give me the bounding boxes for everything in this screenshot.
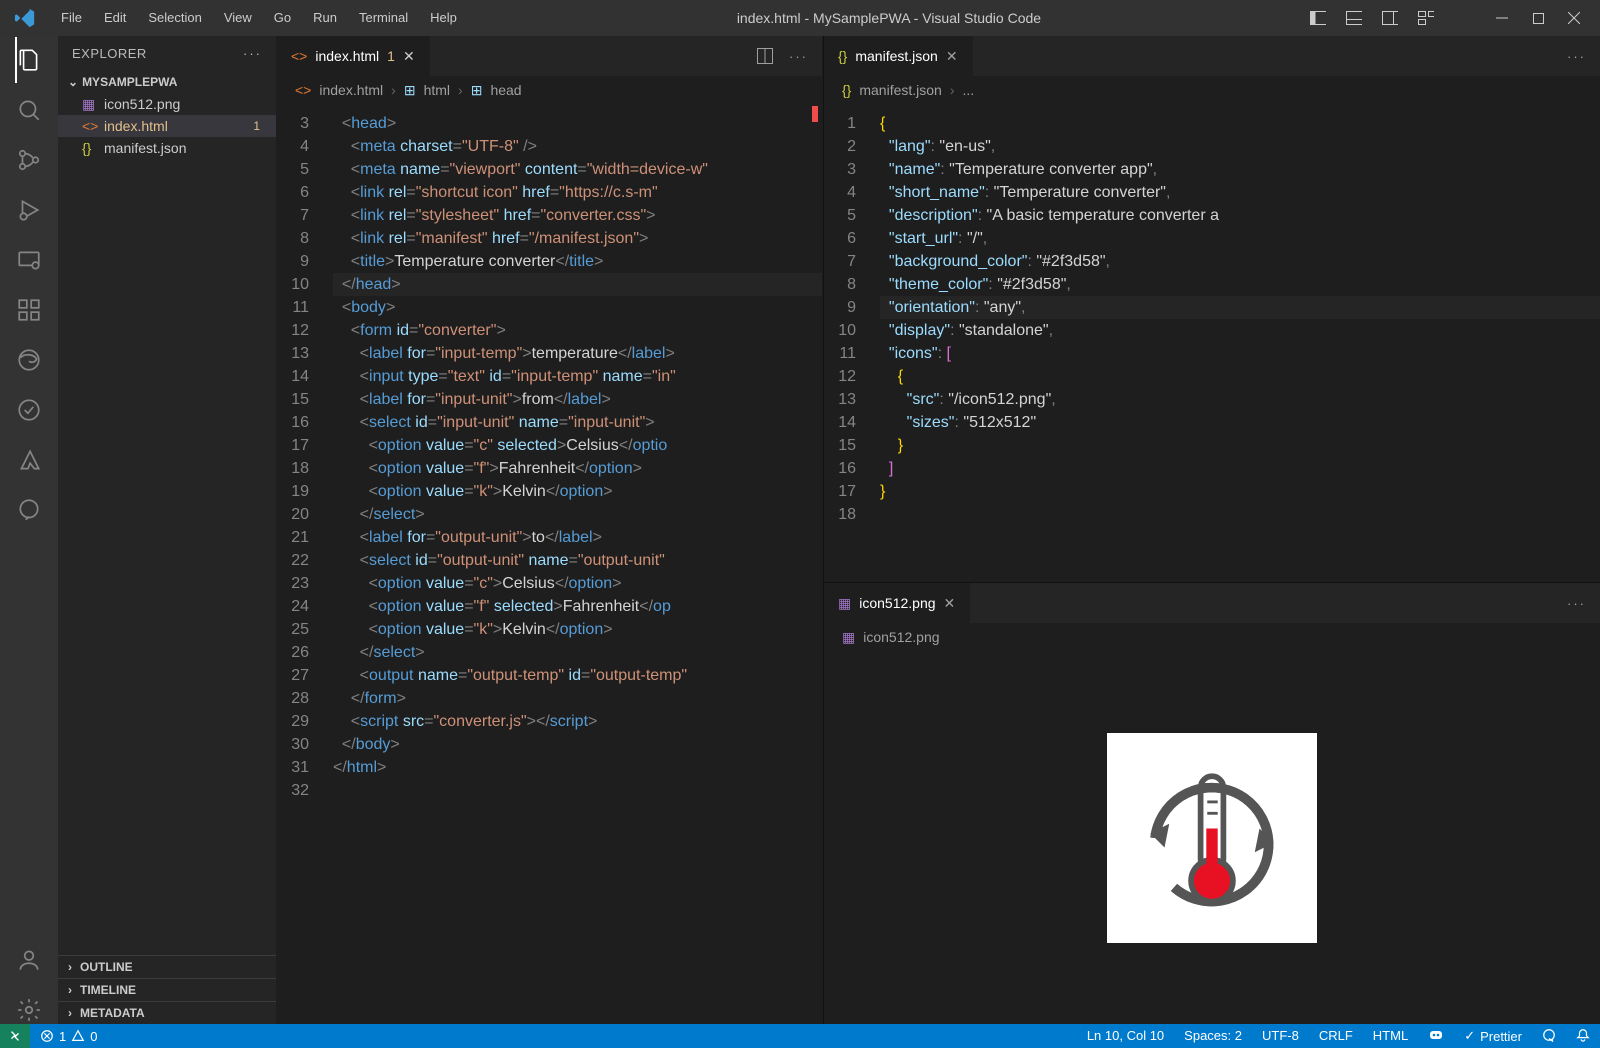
menu-go[interactable]: Go	[263, 0, 302, 36]
menu-view[interactable]: View	[213, 0, 263, 36]
run-debug-icon[interactable]	[15, 196, 43, 224]
chat-icon[interactable]	[15, 496, 43, 524]
status-indentation[interactable]: Spaces: 2	[1174, 1028, 1252, 1043]
settings-gear-icon[interactable]	[15, 996, 43, 1024]
image-preview[interactable]	[824, 651, 1600, 1024]
html-file-icon: <>	[295, 82, 311, 98]
modified-badge: 1	[253, 119, 266, 133]
status-bell-icon[interactable]	[1566, 1028, 1600, 1042]
layout-secondary-sidebar-icon[interactable]	[1382, 10, 1398, 26]
code-editor-left[interactable]: 3456789101112131415161718192021222324252…	[277, 104, 822, 1024]
file-icon512[interactable]: ▦ icon512.png	[58, 93, 276, 115]
json-file-icon: {}	[838, 48, 847, 64]
metadata-section[interactable]: ›METADATA	[58, 1001, 276, 1024]
window-minimize-icon[interactable]	[1494, 10, 1510, 26]
modified-indicator: 1	[387, 48, 395, 64]
menu-selection[interactable]: Selection	[137, 0, 212, 36]
accounts-icon[interactable]	[15, 946, 43, 974]
html-file-icon: <>	[291, 48, 307, 64]
outline-section[interactable]: ›OUTLINE	[58, 955, 276, 978]
image-file-icon: ▦	[842, 629, 855, 646]
window-title: index.html - MySamplePWA - Visual Studio…	[468, 10, 1310, 26]
file-index-html[interactable]: <> index.html 1	[58, 115, 276, 137]
status-eol[interactable]: CRLF	[1309, 1028, 1363, 1043]
menu-edit[interactable]: Edit	[93, 0, 137, 36]
status-bar: 1 0 Ln 10, Col 10 Spaces: 2 UTF-8 CRLF H…	[0, 1024, 1600, 1048]
chevron-right-icon: ›	[68, 960, 72, 974]
explorer-icon[interactable]	[15, 46, 43, 74]
status-problems[interactable]: 1 0	[30, 1024, 107, 1048]
json-file-icon: {}	[842, 82, 851, 98]
image-file-icon: ▦	[82, 96, 98, 112]
extensions-icon[interactable]	[15, 296, 43, 324]
more-actions-icon[interactable]: ···	[1567, 49, 1586, 64]
source-control-icon[interactable]	[15, 146, 43, 174]
json-file-icon: {}	[82, 140, 98, 156]
chevron-down-icon: ⌄	[68, 75, 78, 89]
status-language[interactable]: HTML	[1363, 1028, 1418, 1043]
editor-tabs: <> index.html 1 ✕ ···	[277, 36, 822, 76]
edge-icon[interactable]	[15, 346, 43, 374]
html-file-icon: <>	[82, 118, 98, 134]
editor-tabs-right: {} manifest.json ✕ ···	[824, 36, 1600, 76]
menu-bar: File Edit Selection View Go Run Terminal…	[50, 0, 468, 36]
timeline-section[interactable]: ›TIMELINE	[58, 978, 276, 1001]
tab-manifest-json[interactable]: {} manifest.json ✕	[824, 36, 973, 76]
close-tab-icon[interactable]: ✕	[403, 48, 415, 65]
layout-customize-icon[interactable]	[1418, 10, 1434, 26]
tab-index-html[interactable]: <> index.html 1 ✕	[277, 36, 430, 76]
breadcrumb[interactable]: <> index.html› ⊞html› ⊞head	[277, 76, 822, 104]
layout-primary-sidebar-icon[interactable]	[1310, 10, 1326, 26]
status-prettier[interactable]: ✓ Prettier	[1454, 1028, 1532, 1044]
chevron-right-icon: ›	[68, 1006, 72, 1020]
status-encoding[interactable]: UTF-8	[1252, 1028, 1309, 1043]
window-close-icon[interactable]	[1566, 10, 1582, 26]
folder-root[interactable]: ⌄ MYSAMPLEPWA	[58, 71, 276, 93]
breadcrumb[interactable]: {} manifest.json› ...	[824, 76, 1600, 104]
window-maximize-icon[interactable]	[1530, 10, 1546, 26]
more-actions-icon[interactable]: ···	[789, 49, 808, 64]
menu-terminal[interactable]: Terminal	[348, 0, 419, 36]
split-editor-icon[interactable]	[757, 48, 773, 64]
editor-tabs-img: ▦ icon512.png ✕ ···	[824, 583, 1600, 623]
status-cursor-position[interactable]: Ln 10, Col 10	[1077, 1028, 1174, 1043]
layout-panel-icon[interactable]	[1346, 10, 1362, 26]
explorer-sidebar: EXPLORER ··· ⌄ MYSAMPLEPWA ▦ icon512.png…	[58, 36, 276, 1024]
remote-indicator[interactable]	[0, 1024, 30, 1048]
explorer-title: EXPLORER	[72, 46, 147, 61]
thermometer-icon	[1107, 733, 1317, 943]
image-file-icon: ▦	[838, 595, 851, 612]
menu-help[interactable]: Help	[419, 0, 468, 36]
activity-bar	[0, 36, 58, 1024]
chevron-right-icon: ›	[68, 983, 72, 997]
close-tab-icon[interactable]: ✕	[944, 595, 956, 612]
code-editor-manifest[interactable]: 123456789101112131415161718 { "lang": "e…	[824, 104, 1600, 582]
remote-explorer-icon[interactable]	[15, 246, 43, 274]
close-tab-icon[interactable]: ✕	[946, 48, 958, 65]
file-manifest-json[interactable]: {} manifest.json	[58, 137, 276, 159]
vscode-logo-icon	[0, 7, 50, 29]
editor-group-left: <> index.html 1 ✕ ··· <> index.html› ⊞ht…	[276, 36, 822, 1024]
azure-icon[interactable]	[15, 446, 43, 474]
breadcrumb[interactable]: ▦ icon512.png	[824, 623, 1600, 651]
more-actions-icon[interactable]: ···	[1567, 596, 1586, 611]
menu-run[interactable]: Run	[302, 0, 348, 36]
testing-icon[interactable]	[15, 396, 43, 424]
search-icon[interactable]	[15, 96, 43, 124]
tab-icon512[interactable]: ▦ icon512.png ✕	[824, 583, 970, 623]
status-copilot-icon[interactable]	[1418, 1028, 1454, 1042]
titlebar: File Edit Selection View Go Run Terminal…	[0, 0, 1600, 36]
more-actions-icon[interactable]: ···	[243, 46, 262, 61]
status-feedback-icon[interactable]	[1532, 1028, 1566, 1042]
menu-file[interactable]: File	[50, 0, 93, 36]
